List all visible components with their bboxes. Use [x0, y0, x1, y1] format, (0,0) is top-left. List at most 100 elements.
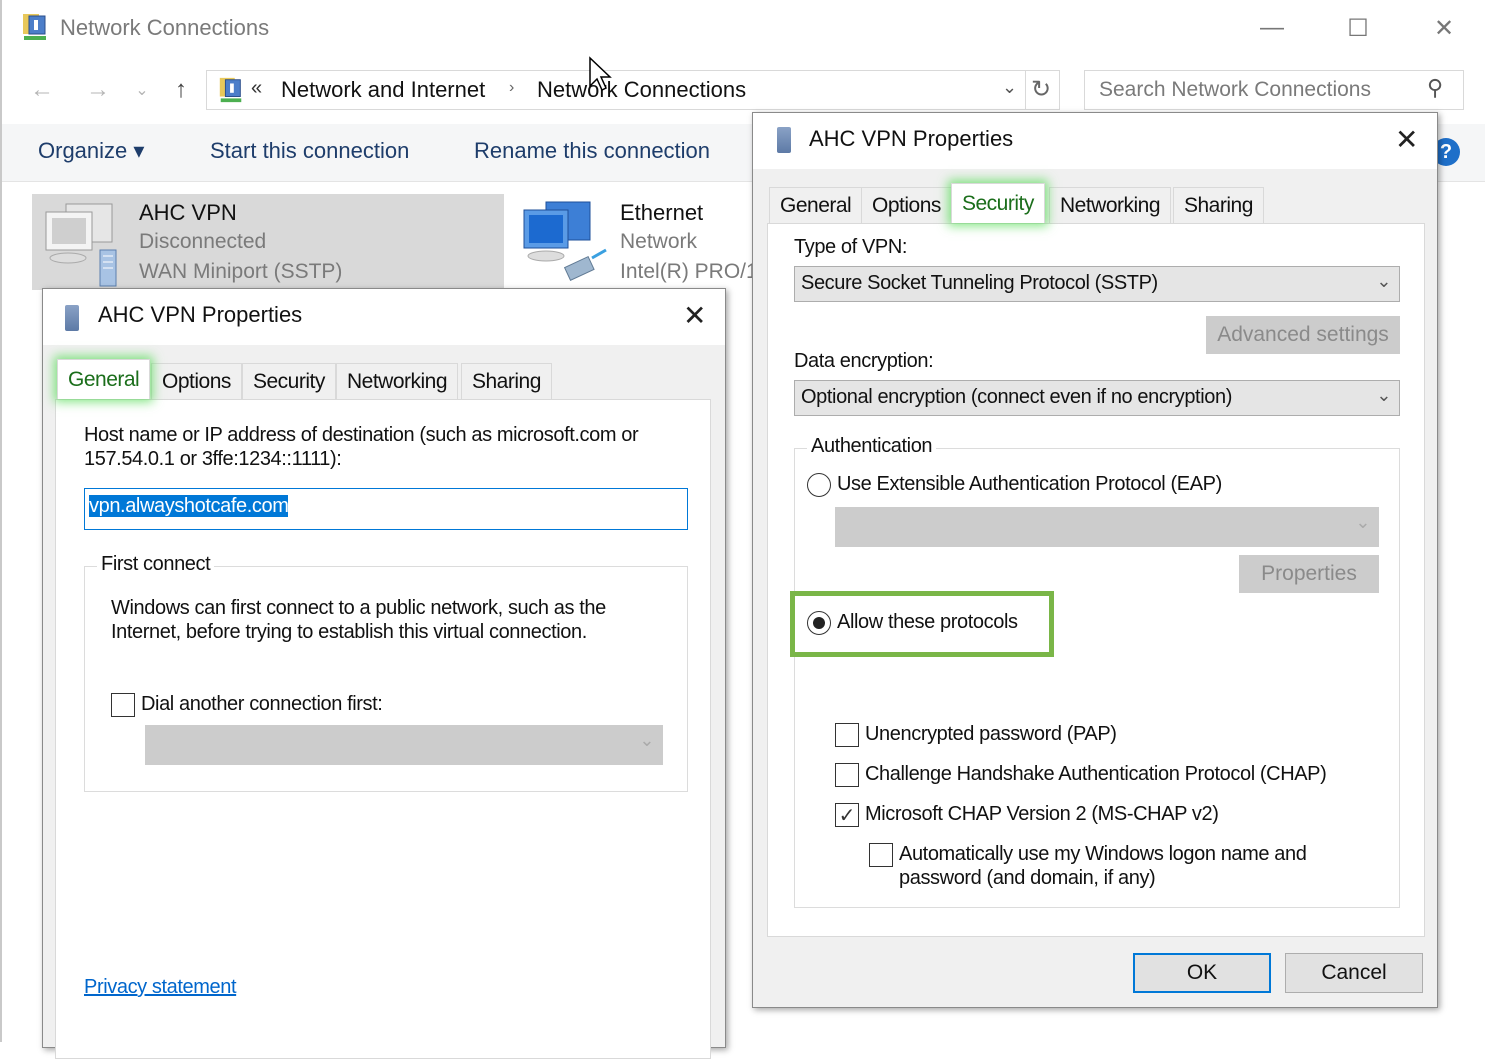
host-label-line2: 157.54.0.1 or 3ffe:1234::1111):	[84, 448, 342, 470]
check-icon: ✓	[838, 804, 856, 827]
chevron-down-icon: ⌄	[639, 730, 654, 750]
tab-strip: General Options Security Networking Shar…	[55, 359, 715, 403]
breadcrumb-network-connections[interactable]: Network Connections	[537, 77, 746, 103]
tab-general[interactable]: General	[57, 359, 151, 399]
mouse-cursor-icon	[589, 56, 612, 92]
close-window-button[interactable]: ✕	[1424, 10, 1464, 46]
chevron-down-icon: ⌄	[1355, 512, 1370, 532]
tab-security[interactable]: Security	[242, 363, 336, 399]
tab-sharing[interactable]: Sharing	[461, 363, 552, 399]
connection-item-ahc-vpn[interactable]: AHC VPN Disconnected WAN Miniport (SSTP)	[32, 194, 504, 290]
vpn-properties-dialog-security: AHC VPN Properties ✕ General Options Sec…	[752, 112, 1438, 1008]
connection-item-ethernet[interactable]: Ethernet Network Intel(R) PRO/1	[514, 194, 758, 290]
tab-general[interactable]: General	[769, 187, 863, 223]
window-title: Network Connections	[60, 15, 270, 40]
connection-device: Intel(R) PRO/1	[620, 260, 758, 283]
eap-method-select[interactable]: ⌄	[835, 507, 1379, 547]
first-connect-desc-line2: Internet, before trying to establish thi…	[111, 621, 587, 643]
minimize-button[interactable]: —	[1252, 10, 1292, 46]
auto-logon-label-line1: Automatically use my Windows logon name …	[899, 843, 1307, 865]
tab-options[interactable]: Options	[151, 363, 242, 399]
host-label-line1: Host name or IP address of destination (…	[84, 424, 639, 446]
search-placeholder: Search Network Connections	[1099, 78, 1371, 101]
vpn-connection-icon	[45, 203, 117, 287]
chevron-down-icon: ⌄	[1376, 271, 1391, 291]
dial-another-connection-checkbox[interactable]	[111, 693, 135, 717]
eap-radio[interactable]	[807, 473, 831, 497]
tab-networking[interactable]: Networking	[336, 363, 459, 399]
address-divider	[1025, 71, 1026, 109]
data-encryption-select[interactable]: Optional encryption (connect even if no …	[794, 380, 1400, 416]
dialog-title: AHC VPN Properties	[98, 302, 303, 327]
network-location-icon	[219, 77, 242, 103]
up-arrow-icon[interactable]: ↑	[166, 72, 196, 108]
data-encryption-value: Optional encryption (connect even if no …	[801, 386, 1232, 408]
back-arrow-icon[interactable]: ←	[26, 72, 58, 108]
dialog-title-bar: AHC VPN Properties ✕	[43, 289, 725, 345]
cancel-button[interactable]: Cancel	[1285, 953, 1423, 993]
auto-logon-label-line2: password (and domain, if any)	[899, 867, 1156, 889]
dialog-title-bar: AHC VPN Properties ✕	[753, 113, 1437, 169]
general-tab-panel: Host name or IP address of destination (…	[55, 399, 711, 1059]
close-icon[interactable]: ✕	[1395, 123, 1418, 156]
ethernet-connection-icon	[523, 201, 607, 281]
chap-label: Challenge Handshake Authentication Proto…	[865, 763, 1327, 785]
dial-another-connection-label: Dial another connection first:	[141, 693, 383, 715]
eap-properties-button[interactable]: Properties	[1239, 555, 1379, 593]
search-input[interactable]: Search Network Connections ⚲	[1084, 70, 1464, 110]
vpn-properties-icon	[777, 127, 791, 153]
start-connection-button[interactable]: Start this connection	[210, 138, 409, 164]
rename-connection-button[interactable]: Rename this connection	[474, 138, 710, 164]
vpn-properties-icon	[65, 305, 79, 331]
first-connect-legend: First connect	[97, 553, 215, 576]
breadcrumb-overflow-icon[interactable]: «	[251, 77, 262, 100]
tab-sharing[interactable]: Sharing	[1173, 187, 1264, 223]
maximize-button[interactable]: ☐	[1338, 10, 1378, 46]
advanced-settings-button[interactable]: Advanced settings	[1206, 316, 1400, 354]
tab-networking[interactable]: Networking	[1049, 187, 1172, 223]
data-encryption-label: Data encryption:	[794, 350, 934, 372]
breadcrumb-separator-icon[interactable]: ›	[509, 79, 514, 97]
auto-logon-checkbox[interactable]	[869, 843, 893, 867]
host-address-input[interactable]: vpn.alwayshotcafe.com	[84, 488, 688, 530]
vpn-type-select[interactable]: Secure Socket Tunneling Protocol (SSTP) …	[794, 266, 1400, 302]
eap-label: Use Extensible Authentication Protocol (…	[837, 473, 1222, 495]
connection-name: Ethernet	[620, 200, 704, 225]
close-icon[interactable]: ✕	[683, 299, 706, 332]
connection-name: AHC VPN	[139, 200, 237, 225]
forward-arrow-icon[interactable]: →	[82, 72, 114, 108]
dial-connection-select[interactable]: ⌄	[145, 725, 663, 765]
first-connect-group: First connect Windows can first connect …	[84, 553, 688, 792]
vpn-type-label: Type of VPN:	[794, 236, 908, 258]
search-icon[interactable]: ⚲	[1427, 75, 1443, 101]
host-address-value: vpn.alwayshotcafe.com	[89, 495, 289, 517]
allow-protocols-radio[interactable]	[807, 611, 831, 635]
address-bar[interactable]: « Network and Internet › Network Connect…	[206, 70, 1060, 110]
ok-button[interactable]: OK	[1133, 953, 1271, 993]
network-connections-app-icon	[23, 14, 46, 40]
breadcrumb-network-and-internet[interactable]: Network and Internet	[281, 77, 485, 103]
vpn-type-value: Secure Socket Tunneling Protocol (SSTP)	[801, 272, 1158, 294]
chevron-down-icon: ⌄	[1376, 385, 1391, 405]
tab-security[interactable]: Security	[951, 183, 1045, 223]
pap-label: Unencrypted password (PAP)	[865, 723, 1117, 745]
radio-selected-dot	[813, 617, 825, 629]
authentication-group: Authentication Use Extensible Authentica…	[790, 435, 1400, 908]
allow-protocols-label: Allow these protocols	[837, 611, 1018, 633]
authentication-legend: Authentication	[807, 435, 937, 458]
organize-button[interactable]: Organize ▾	[38, 138, 144, 164]
mschapv2-label: Microsoft CHAP Version 2 (MS-CHAP v2)	[865, 803, 1219, 825]
privacy-statement-link[interactable]: Privacy statement	[84, 976, 237, 999]
refresh-icon[interactable]: ↻	[1031, 75, 1051, 104]
mschapv2-checkbox[interactable]: ✓	[835, 803, 859, 827]
security-tab-panel: Type of VPN: Secure Socket Tunneling Pro…	[767, 223, 1425, 937]
chap-checkbox[interactable]	[835, 763, 859, 787]
dialog-title: AHC VPN Properties	[809, 126, 1014, 151]
tab-strip: General Options Security Networking Shar…	[767, 183, 1427, 227]
address-dropdown-icon[interactable]: ⌄	[1002, 77, 1017, 98]
vpn-properties-dialog-general: AHC VPN Properties ✕ General Options Sec…	[42, 288, 726, 1059]
connection-status: Disconnected	[139, 230, 267, 253]
tab-options[interactable]: Options	[861, 187, 952, 223]
recent-locations-chevron-icon[interactable]: ⌄	[132, 72, 152, 108]
pap-checkbox[interactable]	[835, 723, 859, 747]
